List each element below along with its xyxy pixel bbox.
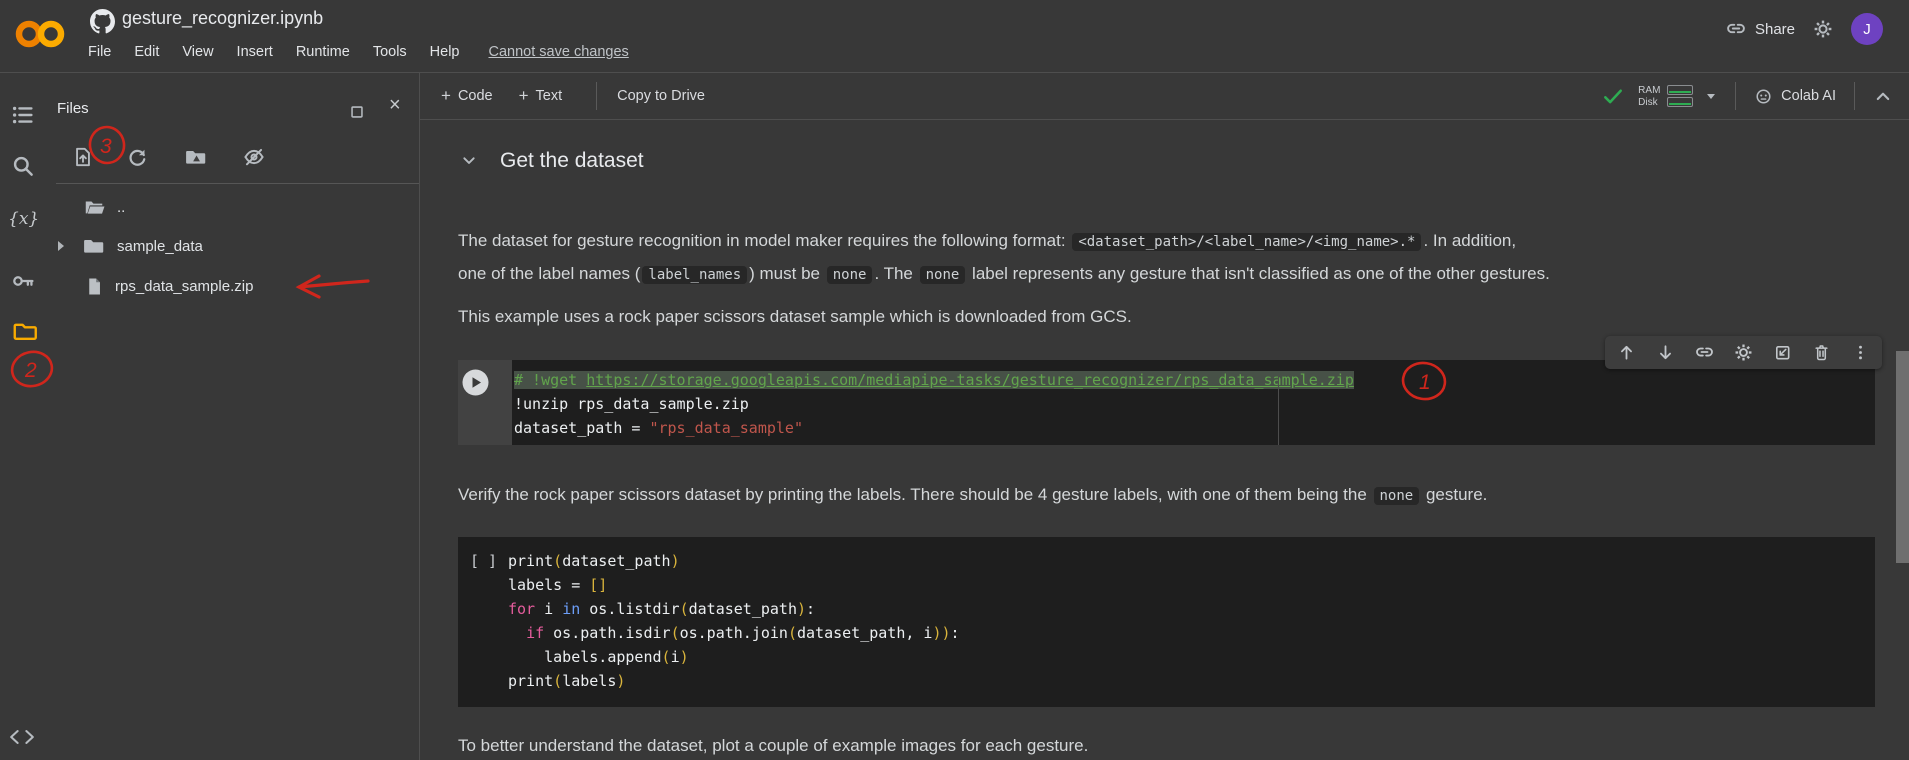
left-icon-strip: {x} — [0, 73, 48, 760]
notebook-content: Get the dataset The dataset for gesture … — [420, 121, 1909, 760]
refresh-files-icon[interactable] — [126, 146, 148, 168]
main-area: + Code + Text Copy to Drive RAM Disk Col… — [420, 73, 1909, 760]
code-cell-print-labels[interactable]: [ ] print(dataset_path) labels = [] for i … — [458, 537, 1875, 707]
section-title: Get the dataset — [500, 149, 644, 172]
cell-gutter — [458, 360, 512, 445]
user-avatar[interactable]: J — [1851, 13, 1883, 45]
tree-item-sample-data[interactable]: sample_data — [48, 233, 419, 259]
markdown-paragraph: To better understand the dataset, plot a… — [458, 736, 1089, 755]
resources-indicator[interactable]: RAM Disk — [1638, 85, 1719, 108]
link-icon — [1726, 19, 1746, 39]
cannot-save-changes-link[interactable]: Cannot save changes — [489, 44, 629, 60]
files-folder-icon[interactable] — [11, 319, 37, 344]
toolbar-divider — [596, 82, 598, 110]
cell-toolbar — [1605, 336, 1882, 369]
notebook-title[interactable]: gesture_recognizer.ipynb — [122, 8, 323, 29]
menu-runtime[interactable]: Runtime — [296, 44, 350, 60]
menu-help[interactable]: Help — [430, 44, 460, 60]
copy-to-drive-button[interactable]: Copy to Drive — [617, 88, 705, 104]
tree-item-parent-dir[interactable]: .. — [48, 194, 419, 220]
disk-usage-bar — [1667, 97, 1694, 107]
menu-tools[interactable]: Tools — [373, 44, 407, 60]
file-icon — [84, 275, 105, 298]
cell-code[interactable]: print(dataset_path) labels = [] for i in o… — [458, 537, 960, 707]
tree-item-label: rps_data_sample.zip — [115, 277, 254, 295]
colab-logo-icon[interactable] — [13, 15, 67, 53]
code-snippets-icon[interactable] — [9, 729, 35, 745]
topbar: gesture_recognizer.ipynb File Edit View … — [0, 0, 1909, 73]
share-button[interactable]: Share — [1726, 19, 1795, 39]
run-cell-button[interactable] — [461, 368, 490, 397]
tree-item-label: sample_data — [117, 237, 203, 255]
move-cell-down-icon[interactable] — [1656, 343, 1675, 362]
files-panel: Files × .. sample_data rps_data_sample.z… — [48, 73, 420, 760]
plus-icon: + — [441, 86, 451, 105]
close-panel-icon[interactable]: × — [389, 95, 401, 115]
folder-icon — [82, 235, 106, 257]
search-icon[interactable] — [11, 154, 35, 178]
panel-divider — [56, 183, 419, 184]
markdown-paragraph: This example uses a rock paper scissors … — [458, 307, 1132, 326]
code-cell-wget[interactable]: # !wget https://storage.googleapis.com/m… — [458, 360, 1875, 445]
github-icon[interactable] — [90, 9, 115, 34]
markdown-paragraph: The dataset for gesture recognition in m… — [458, 231, 1550, 284]
column-ruler — [1278, 375, 1279, 445]
variables-icon[interactable]: {x} — [8, 209, 39, 229]
table-of-contents-icon[interactable] — [11, 103, 35, 127]
add-code-button[interactable]: + Code — [441, 86, 493, 106]
mount-drive-icon[interactable] — [184, 146, 208, 168]
menu-bar: File Edit View Insert Runtime Tools Help… — [88, 44, 629, 60]
hidden-files-icon[interactable] — [242, 146, 266, 168]
delete-cell-icon[interactable] — [1812, 343, 1831, 362]
notebook-toolbar: + Code + Text Copy to Drive RAM Disk Col… — [420, 73, 1909, 120]
add-text-button[interactable]: + Text — [519, 86, 563, 106]
cell-code[interactable]: # !wget https://storage.googleapis.com/m… — [512, 360, 1875, 445]
expand-caret-icon[interactable] — [56, 240, 66, 252]
expand-panel-icon[interactable] — [348, 103, 366, 121]
collapse-section-icon[interactable] — [460, 152, 478, 170]
ram-label: RAM — [1638, 84, 1661, 96]
toolbar-divider — [1854, 82, 1855, 110]
toolbar-divider — [1735, 82, 1737, 110]
plus-icon: + — [518, 86, 529, 105]
menu-view[interactable]: View — [182, 44, 213, 60]
tree-item-label: .. — [117, 198, 126, 216]
menu-file[interactable]: File — [88, 44, 111, 60]
cell-run-gutter[interactable]: [ ] — [470, 549, 497, 573]
menu-edit[interactable]: Edit — [134, 44, 159, 60]
markdown-paragraph: Verify the rock paper scissors dataset b… — [458, 485, 1488, 505]
settings-gear-icon[interactable] — [1813, 19, 1833, 39]
tree-item-rps-zip[interactable]: rps_data_sample.zip — [48, 273, 419, 299]
files-panel-title: Files — [57, 100, 89, 117]
vertical-scrollbar[interactable] — [1896, 351, 1909, 563]
caret-down-icon[interactable] — [1703, 88, 1719, 104]
share-label: Share — [1754, 20, 1795, 38]
secrets-key-icon[interactable] — [11, 269, 37, 293]
connected-check-icon — [1602, 85, 1624, 107]
upload-file-icon[interactable] — [72, 146, 94, 168]
colab-ai-icon — [1754, 87, 1773, 106]
ram-usage-bar — [1667, 85, 1694, 95]
menu-insert[interactable]: Insert — [237, 44, 273, 60]
folder-open-icon — [82, 196, 108, 218]
copy-link-to-cell-icon[interactable] — [1695, 343, 1714, 362]
colab-ai-button[interactable]: Colab AI — [1754, 87, 1836, 106]
more-cell-actions-icon[interactable] — [1851, 343, 1870, 362]
cell-settings-gear-icon[interactable] — [1734, 343, 1753, 362]
collapse-toolbar-icon[interactable] — [1873, 86, 1893, 106]
move-cell-up-icon[interactable] — [1617, 343, 1636, 362]
mirror-cell-icon[interactable] — [1773, 343, 1792, 362]
disk-label: Disk — [1638, 96, 1658, 108]
